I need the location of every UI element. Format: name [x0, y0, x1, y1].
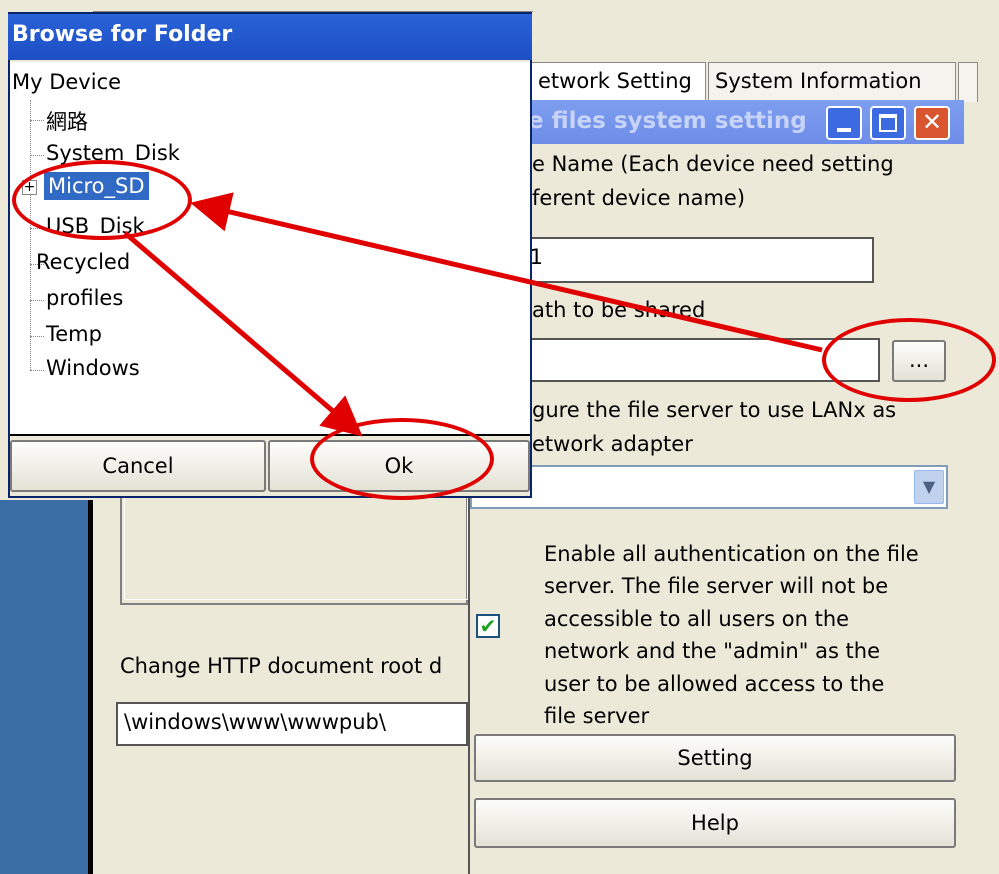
arrow-micro-sd-to-ok	[123, 231, 363, 437]
arrow-browse-to-micro-sd	[190, 192, 823, 353]
annotation-arrows	[123, 192, 823, 437]
